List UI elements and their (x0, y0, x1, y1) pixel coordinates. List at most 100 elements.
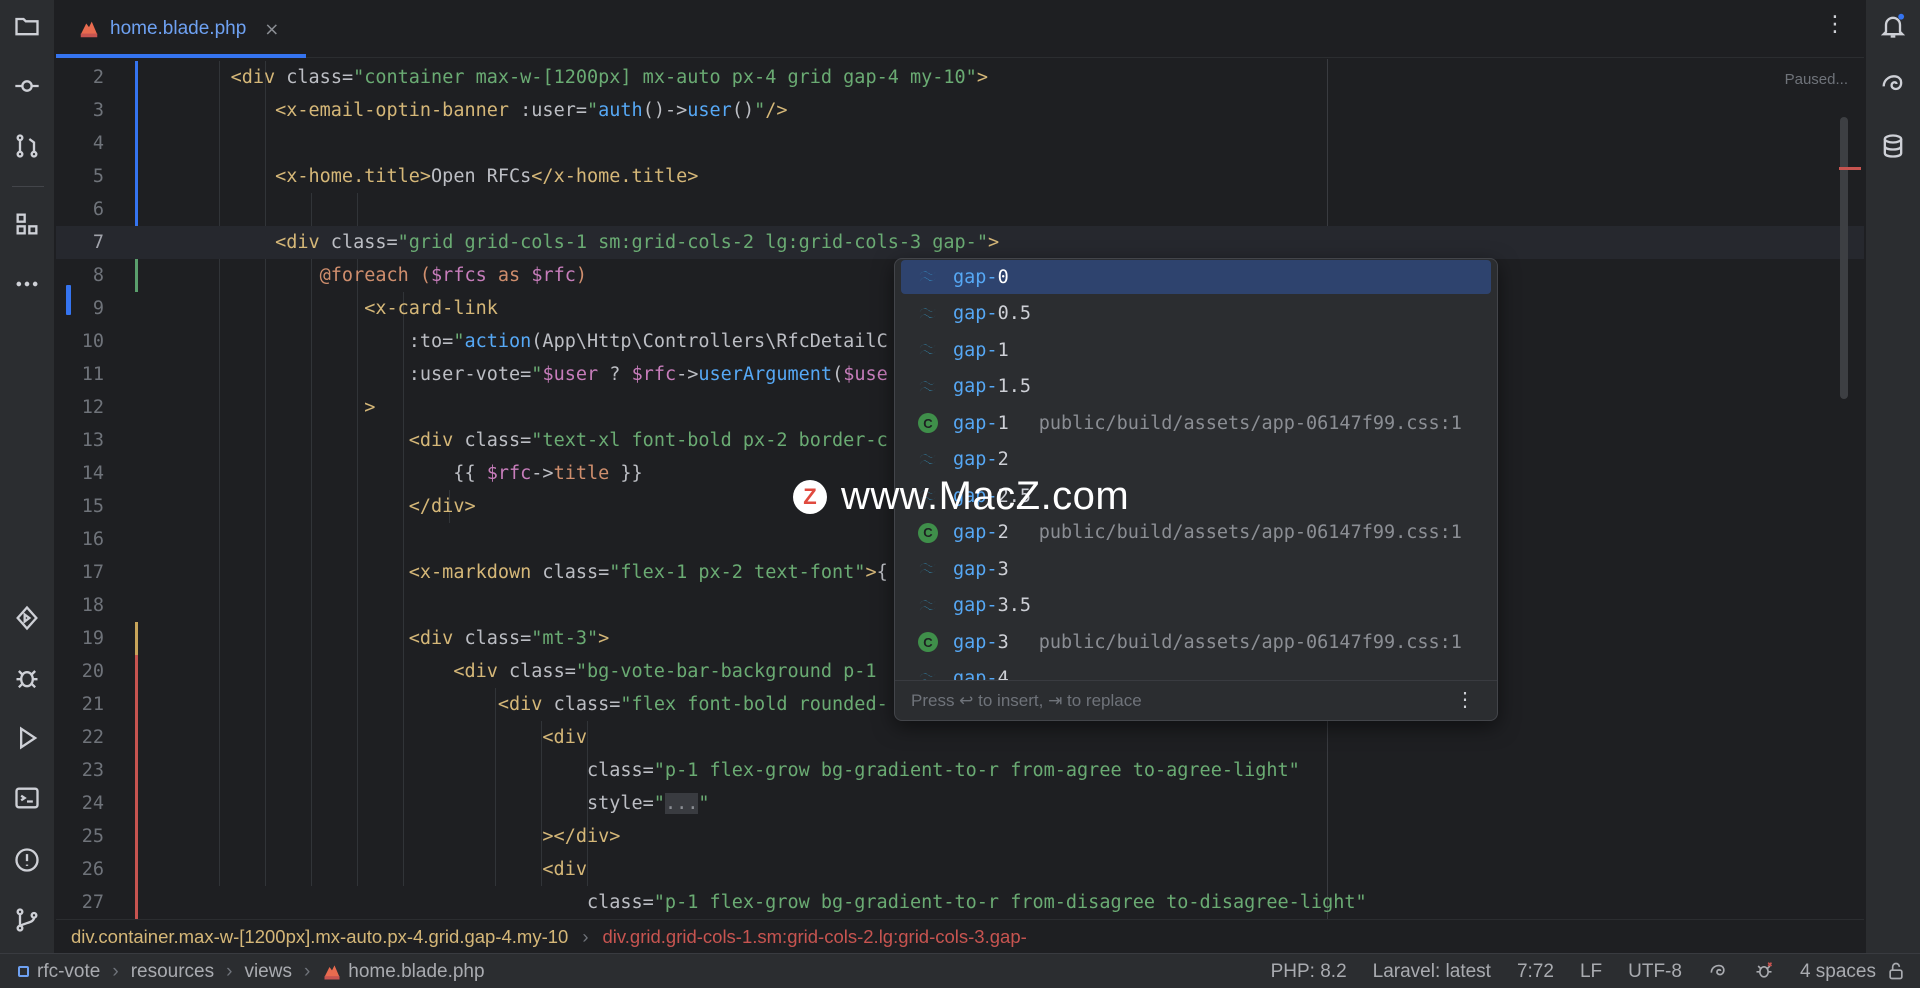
tab-more-icon[interactable]: ⋮ (1824, 14, 1846, 36)
debug-icon[interactable] (11, 662, 43, 694)
watermark: Z www.MacZ.com (793, 474, 1129, 519)
line-number: 27 (81, 892, 104, 913)
php-version-widget[interactable]: PHP: 8.2 (1271, 961, 1347, 983)
completion-prefix: gap- (953, 339, 998, 361)
code-line[interactable]: 3 <x-email-optin-banner :user="auth()->u… (56, 94, 1864, 127)
nav-file[interactable]: home.blade.php (348, 961, 484, 983)
code-text: :to="action(App\Http\Controllers\RfcDeta… (186, 325, 888, 358)
tailwind-icon (917, 449, 939, 471)
code-line[interactable]: 7 <div class="grid grid-cols-1 sm:grid-c… (56, 226, 1864, 259)
completion-item[interactable]: Cgap- 1 public/build/assets/app-06147f99.c… (901, 406, 1491, 440)
line-number: 5 (92, 166, 104, 187)
code-token: :to= (408, 331, 454, 352)
code-line[interactable]: 25 ></div> (56, 820, 1864, 853)
line-number: 25 (81, 826, 104, 847)
structure-icon[interactable] (11, 208, 43, 240)
code-line[interactable]: 5 <x-home.title>Open RFCs</x-home.title> (56, 160, 1864, 193)
line-number: 9 (92, 298, 104, 319)
line-number: 7 (92, 232, 104, 253)
right-tool-window-bar (1865, 0, 1920, 953)
completion-item[interactable]: Cgap- 3 public/build/assets/app-06147f99.c… (901, 625, 1491, 659)
code-text: class="p-1 flex-grow bg-gradient-to-r fr… (186, 886, 1367, 919)
code-line[interactable]: 2 <div class="container max-w-[1200px] m… (56, 61, 1864, 94)
code-token: user (687, 100, 732, 121)
read-only-lock-icon[interactable] (1886, 961, 1906, 983)
tailwind-icon (917, 558, 939, 580)
completion-item[interactable]: gap- 2 (901, 443, 1491, 477)
code-token: action (464, 331, 532, 352)
nav-folder-resources[interactable]: resources (131, 961, 214, 983)
project-folder-icon[interactable] (11, 10, 43, 42)
completion-item[interactable]: gap- 3.5 (901, 589, 1491, 623)
code-token: style= (586, 793, 654, 814)
code-line[interactable]: 27 class="p-1 flex-grow bg-gradient-to-r… (56, 886, 1864, 919)
completion-item[interactable]: gap- 4 (901, 662, 1491, 681)
code-line[interactable]: 24 style="..." (56, 787, 1864, 820)
code-token: class= (531, 562, 610, 583)
debugger-status-icon[interactable] (1754, 961, 1774, 983)
git-icon[interactable] (11, 904, 43, 936)
line-ending-widget[interactable]: LF (1580, 961, 1602, 983)
code-token: ( (832, 364, 844, 385)
ai-assistant-icon[interactable] (1877, 68, 1909, 100)
nav-folder-views[interactable]: views (244, 961, 292, 983)
line-number: 14 (81, 463, 104, 484)
database-icon[interactable] (1877, 130, 1909, 162)
encoding-widget[interactable]: UTF-8 (1628, 961, 1682, 983)
services-icon[interactable] (11, 602, 43, 634)
completion-list[interactable]: gap- 0 gap- 0.5 gap- 1 gap- 1.5 Cgap- 1 public/bui… (895, 259, 1497, 681)
code-line[interactable]: 6 (56, 193, 1864, 226)
pull-requests-icon[interactable] (11, 130, 43, 162)
element-breadcrumb: div.container.max-w-[1200px].mx-auto.px-… (56, 919, 1864, 953)
completion-item[interactable]: Cgap- 2 public/build/assets/app-06147f99.c… (901, 516, 1491, 550)
breadcrumb-item[interactable]: div.container.max-w-[1200px].mx-auto.px-… (71, 926, 568, 948)
code-token: () (731, 100, 755, 121)
completion-item[interactable]: gap- 0.5 (901, 297, 1491, 331)
error-stripe-mark[interactable] (1839, 167, 1861, 170)
completion-more-icon[interactable]: ⋮ (1455, 687, 1475, 712)
caret-position-widget[interactable]: 7:72 (1517, 961, 1554, 983)
code-text: <x-card-link (186, 292, 498, 325)
code-text: :user-vote="$user ? $rfc->userArgument($… (186, 358, 888, 391)
tab-label: home.blade.php (110, 18, 247, 39)
completion-item[interactable]: gap- 3 (901, 552, 1491, 586)
code-text: <div class="grid grid-cols-1 sm:grid-col… (186, 226, 999, 259)
code-line[interactable]: 26 <div (56, 853, 1864, 886)
laravel-version-widget[interactable]: Laravel: latest (1373, 961, 1491, 983)
line-number: 15 (81, 496, 104, 517)
run-icon[interactable] (11, 722, 43, 754)
code-text: @foreach ($rfcs as $rfc) (186, 259, 587, 292)
editor-scrollbar[interactable] (1840, 117, 1848, 399)
completion-item[interactable]: gap- 0 (901, 260, 1491, 294)
more-tools-icon[interactable] (11, 268, 43, 300)
notifications-icon[interactable] (1877, 10, 1909, 42)
close-tab-icon[interactable]: × (264, 19, 279, 40)
active-tab-indicator (56, 54, 306, 58)
code-line[interactable]: 23 class="p-1 flex-grow bg-gradient-to-r… (56, 754, 1864, 787)
terminal-icon[interactable] (11, 782, 43, 814)
nav-project[interactable]: rfc-vote (37, 961, 100, 983)
code-line[interactable]: 22 <div (56, 721, 1864, 754)
completion-location: public/build/assets/app-06147f99.css:1 (1038, 522, 1462, 543)
line-number: 3 (92, 100, 104, 121)
indent-widget[interactable]: 4 spaces (1800, 961, 1876, 983)
line-number: 21 (81, 694, 104, 715)
tab-home-blade[interactable]: home.blade.php × (56, 0, 306, 58)
left-tool-window-bar (0, 0, 55, 953)
ai-status-icon[interactable] (1708, 961, 1728, 983)
line-number: 26 (81, 859, 104, 880)
completion-item[interactable]: gap- 1.5 (901, 370, 1491, 404)
project-icon (18, 966, 29, 977)
code-token: ? (598, 364, 632, 385)
problems-icon[interactable] (11, 844, 43, 876)
commit-icon[interactable] (11, 70, 43, 102)
code-token: <div (542, 727, 587, 748)
breadcrumb-item-current[interactable]: div.grid.grid-cols-1.sm:grid-cols-2.lg:g… (603, 926, 1027, 948)
code-token: "flex font-bold rounded- (620, 694, 888, 715)
completion-item[interactable]: gap- 1 (901, 333, 1491, 367)
code-line[interactable]: 4 (56, 127, 1864, 160)
code-token: -> (676, 364, 699, 385)
